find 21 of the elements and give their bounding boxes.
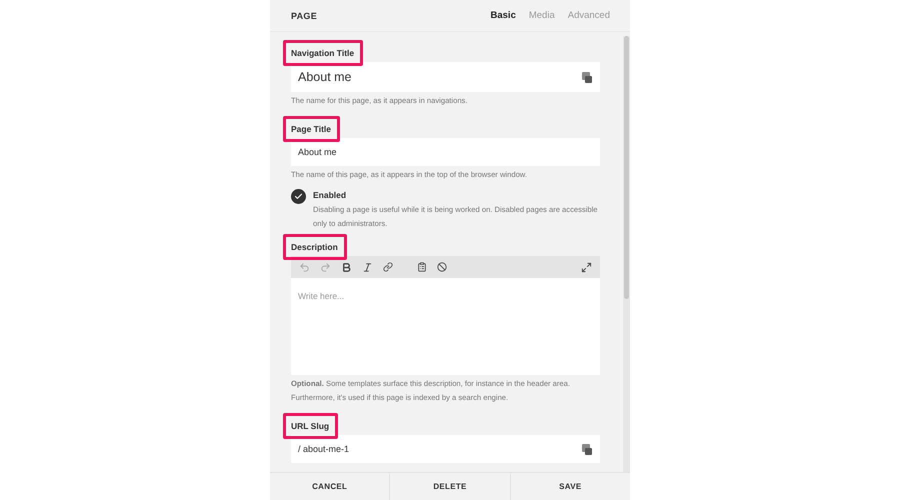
expand-icon[interactable]: [581, 262, 592, 272]
text-field[interactable]: About me: [291, 138, 600, 166]
bold-icon[interactable]: [341, 262, 352, 272]
link-icon[interactable]: [383, 262, 393, 272]
text-field[interactable]: / about-me-1: [291, 435, 600, 463]
field-label: URL Slug: [283, 413, 338, 439]
page-stack-icon[interactable]: [582, 444, 592, 454]
tab[interactable]: Basic: [490, 10, 516, 21]
field-label: Page Title: [283, 116, 340, 142]
field-label: Description: [283, 234, 347, 260]
enabled-checkbox[interactable]: [291, 189, 306, 204]
clear-format-icon[interactable]: [437, 262, 447, 272]
checkbox-label: Enabled: [313, 190, 348, 200]
check-icon: [294, 192, 303, 201]
text-field[interactable]: About me: [291, 62, 600, 92]
italic-icon[interactable]: [362, 262, 373, 272]
page-stack-icon[interactable]: [582, 72, 592, 82]
scrollbar[interactable]: [623, 36, 630, 472]
field-label: Navigation Title: [283, 40, 364, 66]
panel-title: PAGE: [291, 10, 318, 20]
clipboard-icon[interactable]: [417, 262, 427, 272]
